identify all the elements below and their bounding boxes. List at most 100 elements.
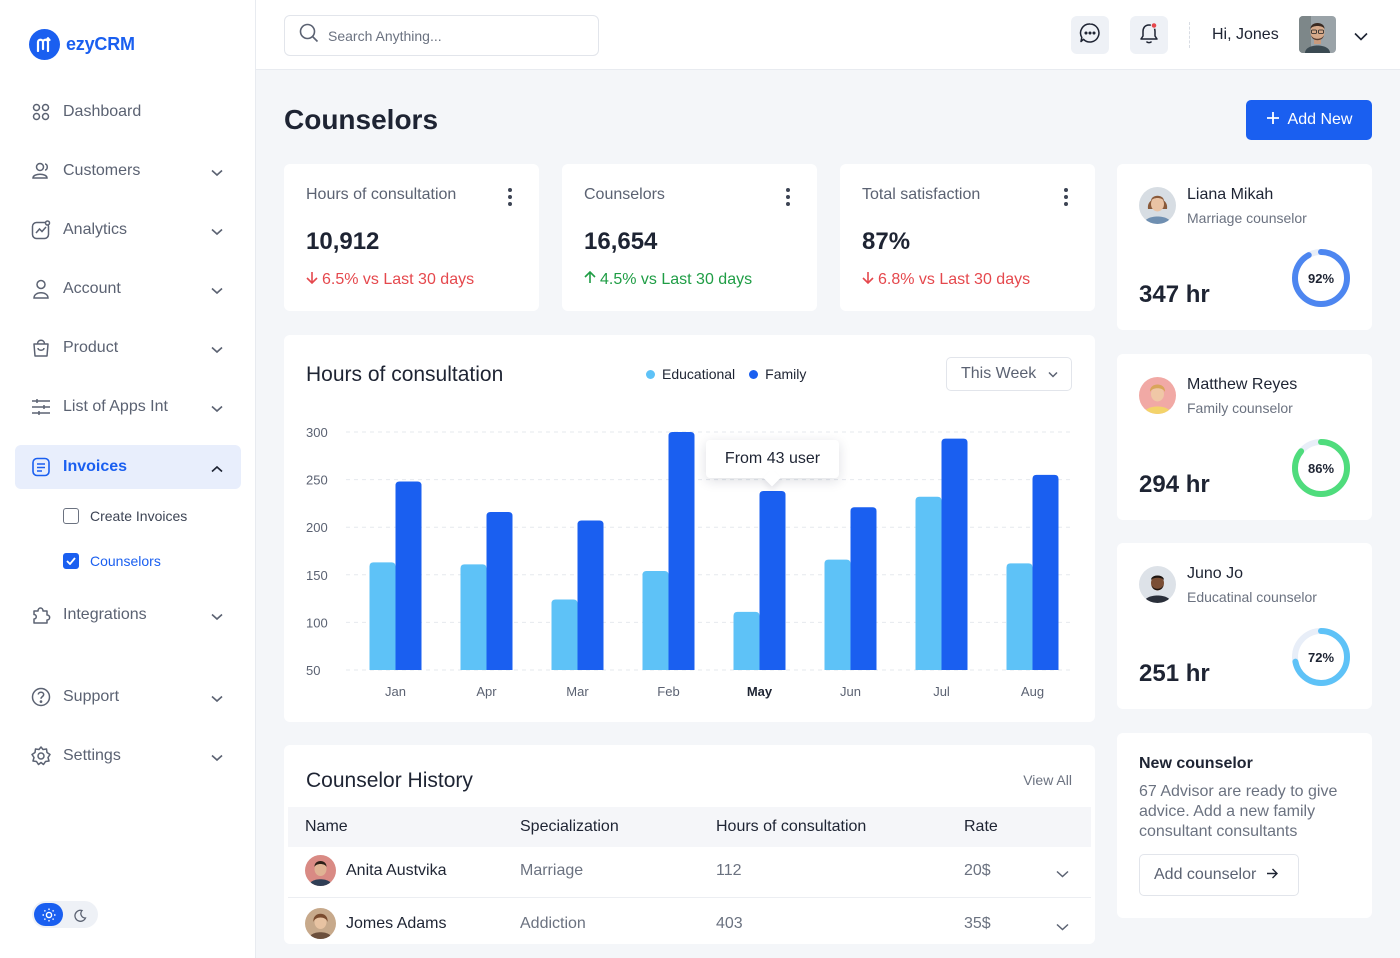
avatar xyxy=(1139,187,1176,224)
sidebar-subitem-label: Counselors xyxy=(90,553,161,569)
sidebar-item-label: Analytics xyxy=(63,221,128,238)
stat-title: Total satisfaction xyxy=(862,186,981,203)
user-avatar[interactable] xyxy=(1299,16,1336,53)
y-tick-label: 250 xyxy=(306,473,328,488)
chart-card: Hours of consultation Educational Family… xyxy=(284,335,1095,722)
analytics-icon xyxy=(31,220,51,240)
sidebar-item-label: Support xyxy=(63,688,120,705)
arrow-up-icon xyxy=(584,270,596,289)
column-header-rate[interactable]: Rate xyxy=(964,818,998,836)
add-counselor-label: Add counselor xyxy=(1154,866,1257,883)
stat-value: 16,654 xyxy=(584,228,658,255)
x-tick-label: May xyxy=(747,684,773,699)
chevron-down-icon xyxy=(211,223,223,241)
bar-educational-jul xyxy=(915,496,942,670)
search-icon xyxy=(299,23,319,48)
add-new-button[interactable]: Add New xyxy=(1246,100,1372,140)
sidebar-item-settings[interactable]: Settings xyxy=(15,734,241,778)
theme-toggle[interactable] xyxy=(32,901,98,928)
stat-value: 87% xyxy=(862,228,911,255)
checkbox[interactable] xyxy=(63,508,79,524)
moon-icon[interactable] xyxy=(70,905,90,925)
x-tick-label: Aug xyxy=(1021,684,1044,699)
column-header-name[interactable]: Name xyxy=(305,818,348,836)
topbar: Hi, Jones xyxy=(256,0,1400,70)
bar-educational-apr xyxy=(460,564,487,670)
avatar xyxy=(305,908,336,939)
chat-icon xyxy=(1079,22,1101,49)
sidebar-item-apps[interactable]: List of Apps Int xyxy=(15,385,241,429)
sidebar-item-label: Invoices xyxy=(63,458,128,475)
messages-button[interactable] xyxy=(1071,16,1109,54)
sidebar-item-label: Product xyxy=(63,339,119,356)
sun-icon[interactable] xyxy=(34,903,63,926)
x-tick-label: Mar xyxy=(566,684,589,699)
table-row[interactable]: Anita Austvika Marriage 112 20$ xyxy=(288,845,1091,897)
user-icon xyxy=(31,279,51,299)
bar-educational-may xyxy=(733,611,760,670)
stat-card-satisfaction: Total satisfaction 87% 6.8% vs Last 30 d… xyxy=(840,164,1095,311)
more-vertical-icon[interactable] xyxy=(507,188,513,206)
table-row[interactable]: Jomes Adams Addiction 403 35$ xyxy=(288,897,1091,949)
tooltip-text: From 43 user xyxy=(724,450,821,467)
column-header-hours[interactable]: Hours of consultation xyxy=(716,818,866,836)
sidebar-item-analytics[interactable]: Analytics xyxy=(15,208,241,252)
chart-tooltip: From 43 user xyxy=(706,440,839,478)
cell-specialization: Addiction xyxy=(520,915,586,932)
chevron-down-icon[interactable] xyxy=(1354,28,1368,46)
add-counselor-button[interactable]: Add counselor xyxy=(1139,854,1299,896)
sidebar-item-label: Account xyxy=(63,280,121,297)
bar-family-jan xyxy=(395,481,422,670)
counselor-history-card: Counselor History View All Name Speciali… xyxy=(284,745,1095,944)
chevron-down-icon[interactable] xyxy=(1056,918,1069,936)
chevron-down-icon[interactable] xyxy=(1056,865,1069,883)
y-tick-label: 200 xyxy=(306,520,328,535)
sidebar-item-product[interactable]: Product xyxy=(15,326,241,370)
notifications-button[interactable] xyxy=(1130,16,1168,54)
column-header-specialization[interactable]: Specialization xyxy=(520,818,619,836)
counselor-name: Liana Mikah xyxy=(1187,186,1274,203)
sidebar-item-dashboard[interactable]: Dashboard xyxy=(15,90,241,134)
sidebar-item-account[interactable]: Account xyxy=(15,267,241,311)
cell-specialization: Marriage xyxy=(520,862,584,879)
bar-educational-feb xyxy=(642,570,669,670)
sidebar-subitem-create-invoices[interactable]: Create Invoices xyxy=(63,501,187,531)
cell-name: Anita Austvika xyxy=(346,862,447,879)
sidebar-item-invoices[interactable]: Invoices xyxy=(15,445,241,489)
search-input[interactable] xyxy=(328,27,568,44)
sidebar-subitem-counselors[interactable]: Counselors xyxy=(63,546,161,576)
bar-family-apr xyxy=(486,511,513,670)
sidebar-item-support[interactable]: Support xyxy=(15,675,241,719)
counselor-card[interactable]: Liana Mikah Marriage counselor 347 hr 92… xyxy=(1117,164,1372,330)
cell-hours: 112 xyxy=(716,862,742,879)
cell-name: Jomes Adams xyxy=(346,915,447,932)
app-name: ezyCRM xyxy=(66,34,135,54)
y-tick-label: 300 xyxy=(306,425,328,440)
counselor-card[interactable]: Juno Jo Educatinal counselor 251 hr 72% xyxy=(1117,543,1372,709)
new-counselor-title: New counselor xyxy=(1139,755,1253,772)
user-greeting: Hi, Jones xyxy=(1212,26,1279,43)
more-vertical-icon[interactable] xyxy=(1063,188,1069,206)
cell-rate: 20$ xyxy=(964,862,991,879)
view-all-link[interactable]: View All xyxy=(1023,772,1072,788)
search-box[interactable] xyxy=(284,15,599,56)
checkbox-checked[interactable] xyxy=(63,553,79,569)
new-counselor-card: New counselor 67 Advisor are ready to gi… xyxy=(1117,733,1372,918)
progress-percent: 72% xyxy=(1307,649,1335,665)
logo[interactable]: ezyCRM xyxy=(29,29,135,60)
more-vertical-icon[interactable] xyxy=(785,188,791,206)
avatar xyxy=(1139,566,1176,603)
x-tick-label: Jul xyxy=(933,684,950,699)
bag-icon xyxy=(31,338,51,358)
sidebar-item-label: Integrations xyxy=(63,606,147,623)
bar-family-jul xyxy=(941,438,968,670)
sidebar-item-customers[interactable]: Customers xyxy=(15,149,241,193)
counselor-card[interactable]: Matthew Reyes Family counselor 294 hr 86… xyxy=(1117,354,1372,520)
stat-delta: 6.5% vs Last 30 days xyxy=(306,271,474,289)
add-new-label: Add New xyxy=(1287,111,1353,128)
avatar xyxy=(305,855,336,886)
arrow-down-icon xyxy=(862,271,874,289)
counselor-hours: 251 hr xyxy=(1139,660,1210,687)
sidebar-item-integrations[interactable]: Integrations xyxy=(15,593,241,637)
users-icon xyxy=(31,161,51,181)
